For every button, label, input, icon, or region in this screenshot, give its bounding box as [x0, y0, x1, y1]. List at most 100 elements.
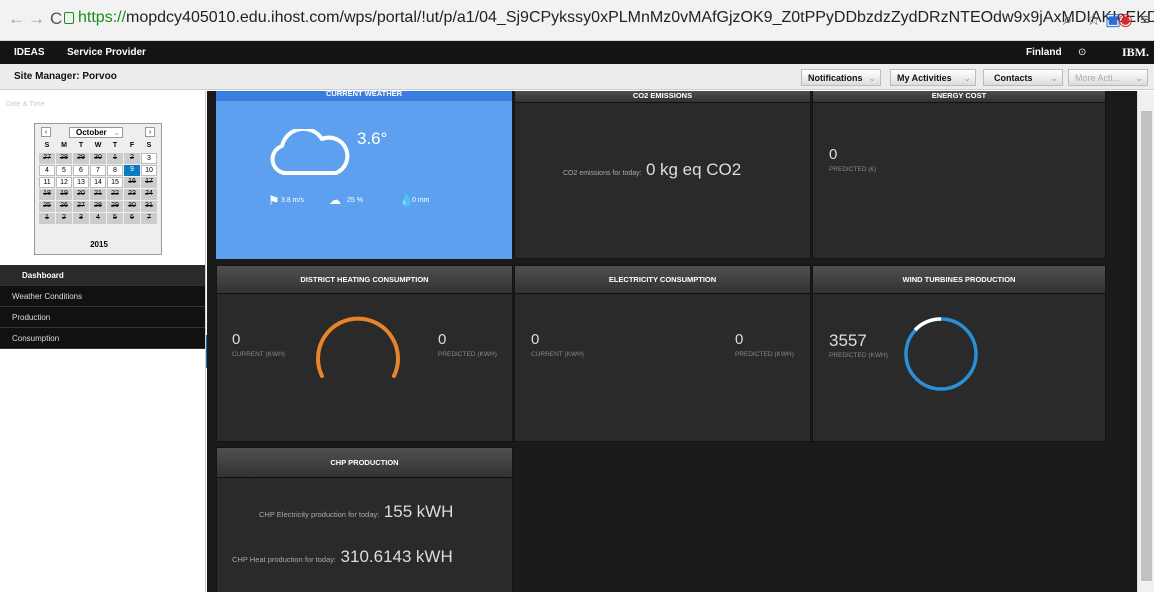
forward-icon[interactable]: →: [28, 9, 45, 29]
calendar-day[interactable]: 4: [39, 165, 55, 176]
calendar-day[interactable]: 18: [39, 189, 55, 200]
notifications-dropdown[interactable]: Notifications ⌄: [801, 69, 881, 86]
calendar-day[interactable]: 30: [90, 153, 106, 164]
chp-electricity-value: 155: [383, 502, 413, 521]
calendar-day[interactable]: 16: [124, 177, 140, 188]
chevron-down-icon: ⌄: [113, 128, 120, 137]
calendar-day[interactable]: 6: [73, 165, 89, 176]
url-protocol: https://: [78, 9, 127, 26]
more-actions-dropdown[interactable]: More Acti... ⌄: [1068, 69, 1148, 86]
calendar-day[interactable]: 1: [107, 153, 123, 164]
service-provider-link[interactable]: Service Provider: [67, 47, 146, 58]
calendar-day[interactable]: 4: [90, 213, 106, 224]
calendar-day[interactable]: 12: [56, 177, 72, 188]
vertical-scrollbar[interactable]: [1137, 91, 1154, 592]
menu-icon[interactable]: ≡: [1140, 10, 1150, 30]
calendar-day[interactable]: 1: [39, 213, 55, 224]
calendar-day[interactable]: 3: [73, 213, 89, 224]
chp-heat-unit: kWH: [415, 547, 453, 566]
scrollbar-thumb[interactable]: [1141, 111, 1152, 581]
co2-text-row: CO2 emissions for today: 0 kg eq CO2: [563, 160, 741, 180]
calendar-day[interactable]: 15: [107, 177, 123, 188]
calendar-day[interactable]: 6: [124, 213, 140, 224]
weekday-header: T: [78, 142, 84, 149]
sidebar-item-weather-conditions[interactable]: Weather Conditions: [0, 286, 205, 307]
wind-turbines-ring: [904, 317, 978, 391]
notifications-label: Notifications: [808, 73, 863, 83]
calendar: ‹ October ⌄ › S M T W T F S 27 28 29 30 1 2 3 4 5 6 7 8 9 10 1…: [34, 123, 162, 255]
weekday-header: F: [129, 142, 135, 149]
calendar-day[interactable]: 19: [56, 189, 72, 200]
calendar-day[interactable]: 13: [73, 177, 89, 188]
energy-cost-title: ENERGY COST: [813, 91, 1105, 103]
calendar-day[interactable]: 25: [39, 201, 55, 212]
calendar-day[interactable]: 5: [107, 213, 123, 224]
weather-card: CURRENT WEATHER 3.6° ⚑ 3.8 m/s ☁ 25 % 💧 …: [216, 91, 512, 259]
my-activities-dropdown[interactable]: My Activities ⌄: [890, 69, 976, 86]
calendar-day[interactable]: 22: [107, 189, 123, 200]
energy-cost-value: 0: [829, 146, 838, 163]
gauge-arc: [316, 316, 400, 378]
calendar-day[interactable]: 7: [90, 165, 106, 176]
chp-production-card: CHP PRODUCTION CHP Electricity productio…: [216, 447, 513, 592]
weekday-header: S: [146, 142, 152, 149]
search-icon[interactable]: ⌕: [1063, 10, 1073, 30]
calendar-day[interactable]: 7: [141, 213, 157, 224]
electricity-current-value: 0: [531, 331, 540, 348]
help-icon[interactable]: ⊙: [1078, 47, 1086, 58]
star-icon[interactable]: ☆: [1086, 10, 1101, 30]
calendar-day[interactable]: 8: [107, 165, 123, 176]
rainfall-value: 0 mm: [412, 197, 430, 204]
electricity-predicted-label: PREDICTED (kWH): [735, 351, 794, 358]
sidebar-menu: Dashboard Weather Conditions Production …: [0, 265, 205, 349]
chevron-down-icon: ⌄: [1135, 73, 1143, 83]
opera-icon[interactable]: ◉: [1118, 10, 1133, 30]
prev-month-button[interactable]: ‹: [41, 127, 51, 137]
sidebar-item-production[interactable]: Production: [0, 307, 205, 328]
calendar-day[interactable]: 14: [90, 177, 106, 188]
co2-unit: kg eq CO2: [659, 160, 742, 179]
calendar-day[interactable]: 17: [141, 177, 157, 188]
calendar-day[interactable]: 11: [39, 177, 55, 188]
calendar-day[interactable]: 28: [56, 153, 72, 164]
chp-heat-label: CHP Heat production for today:: [232, 555, 337, 564]
calendar-day[interactable]: 29: [107, 201, 123, 212]
reload-icon[interactable]: C: [50, 9, 62, 29]
calendar-day[interactable]: 30: [124, 201, 140, 212]
calendar-day[interactable]: 3: [141, 153, 157, 164]
back-icon[interactable]: ←: [8, 9, 25, 29]
chp-title: CHP PRODUCTION: [217, 448, 512, 478]
sidebar-item-consumption[interactable]: Consumption: [0, 328, 205, 349]
next-month-button[interactable]: ›: [145, 127, 155, 137]
sidebar-item-dashboard[interactable]: Dashboard: [0, 265, 205, 286]
calendar-day[interactable]: 28: [90, 201, 106, 212]
calendar-day[interactable]: 27: [73, 201, 89, 212]
calendar-day[interactable]: 23: [124, 189, 140, 200]
wind-turbines-value: 3557: [829, 331, 867, 350]
calendar-day[interactable]: 27: [39, 153, 55, 164]
chp-heat-value: 310.6143: [340, 547, 412, 566]
month-select[interactable]: October ⌄: [69, 127, 123, 138]
calendar-day[interactable]: 26: [56, 201, 72, 212]
co2-emissions-card: CO2 EMISSIONS CO2 emissions for today: 0…: [514, 91, 811, 259]
calendar-day[interactable]: 31: [141, 201, 157, 212]
ideas-link[interactable]: IDEAS: [14, 47, 45, 58]
contacts-dropdown[interactable]: Contacts ⌄: [983, 69, 1063, 86]
calendar-day[interactable]: 21: [90, 189, 106, 200]
wind-speed-value: 3.8 m/s: [281, 197, 304, 204]
address-bar[interactable]: https://mopdcy405010.edu.ihost.com/wps/p…: [78, 9, 1154, 27]
more-actions-label: More Acti...: [1075, 73, 1121, 83]
calendar-day[interactable]: 2: [124, 153, 140, 164]
ring-progress: [913, 317, 942, 332]
calendar-day[interactable]: 20: [73, 189, 89, 200]
calendar-day[interactable]: 2: [56, 213, 72, 224]
calendar-day[interactable]: 10: [141, 165, 157, 176]
calendar-day[interactable]: 29: [73, 153, 89, 164]
region-selector[interactable]: Finland: [1026, 47, 1062, 58]
chevron-down-icon: ⌄: [868, 73, 876, 83]
calendar-day[interactable]: 5: [56, 165, 72, 176]
calendar-day[interactable]: 24: [141, 189, 157, 200]
chevron-down-icon: ⌄: [1050, 73, 1058, 83]
dashboard: CURRENT WEATHER 3.6° ⚑ 3.8 m/s ☁ 25 % 💧 …: [207, 91, 1137, 592]
calendar-day[interactable]: 9: [124, 165, 140, 176]
